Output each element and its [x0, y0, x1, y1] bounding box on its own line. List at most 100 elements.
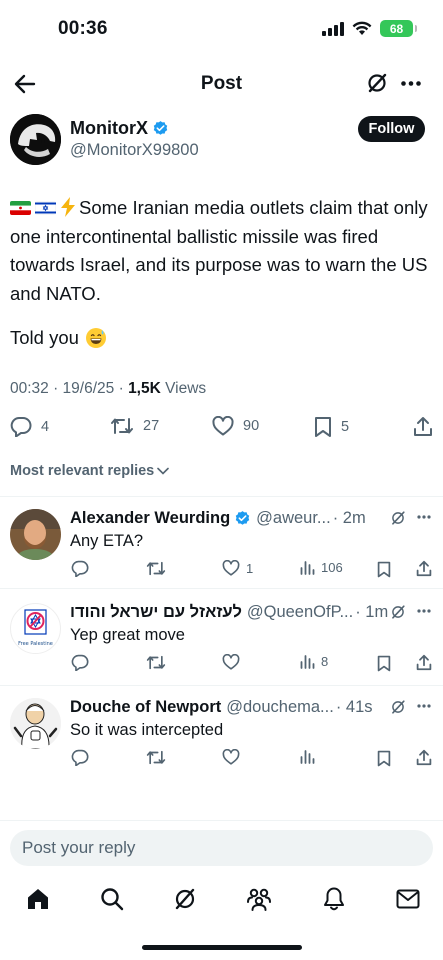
reply-like-action[interactable]: [222, 749, 240, 765]
author-handle[interactable]: @MonitorX99800: [70, 141, 199, 160]
post-meta: 00:32 · 19/6/25 · 1,5K Views: [10, 380, 206, 398]
heart-icon: [212, 416, 234, 436]
battery-icon: 68: [380, 20, 417, 37]
author-name-text: MonitorX: [70, 118, 148, 138]
reply-author-name[interactable]: Douche of Newport: [70, 698, 221, 717]
bookmark-icon: [315, 417, 331, 437]
bookmark-icon[interactable]: [377, 655, 391, 672]
reply-time: · 2m: [332, 509, 366, 527]
reply-like-action[interactable]: 1: [222, 560, 253, 576]
reply-author-handle[interactable]: @douchema...: [226, 698, 334, 717]
reply-composer-input[interactable]: Post your reply: [10, 830, 433, 866]
grinning-sweat-emoji-icon: [85, 328, 106, 348]
share-icon[interactable]: [416, 654, 432, 671]
reply-time: · 41s: [335, 698, 373, 716]
reply-header: Douche of Newport @douchema... · 41s: [70, 698, 435, 717]
reply-repost-action[interactable]: [146, 654, 166, 671]
grok-icon[interactable]: [390, 604, 406, 620]
communities-icon[interactable]: [246, 887, 272, 911]
reply-repost-action[interactable]: [146, 560, 166, 577]
reply-reply-action[interactable]: [71, 654, 89, 671]
reply-reply-action[interactable]: [71, 560, 89, 577]
wifi-icon: [352, 21, 372, 35]
share-icon[interactable]: [416, 560, 432, 577]
bookmark-count: 5: [341, 419, 350, 435]
views-chart-icon: [300, 749, 315, 764]
reply-text: Any ETA?: [70, 532, 144, 550]
reply-icon: [71, 560, 89, 577]
bookmark-action[interactable]: 5: [314, 416, 349, 438]
replies-filter[interactable]: Most relevant replies: [10, 463, 170, 479]
author-avatar[interactable]: [10, 114, 61, 165]
bookmark-icon[interactable]: [377, 561, 391, 578]
reply-repost-action[interactable]: [146, 749, 166, 766]
reply-views-action[interactable]: 8: [300, 654, 328, 669]
author-name[interactable]: MonitorX: [70, 118, 169, 139]
cellular-signal-icon: [322, 21, 344, 36]
reply-count: 4: [41, 418, 50, 435]
more-options-icon[interactable]: [417, 515, 431, 519]
reply-icon: [10, 417, 32, 437]
lightning-icon: [61, 197, 75, 217]
reply-action[interactable]: 4: [10, 416, 49, 437]
post-timestamp: 00:32 · 19/6/25 ·: [10, 380, 129, 397]
post-views-label: Views: [160, 380, 207, 397]
share-icon[interactable]: [413, 416, 433, 437]
divider: [0, 588, 443, 589]
avatar-caption: Free Palestine: [18, 641, 53, 647]
more-options-icon[interactable]: [417, 609, 431, 613]
repost-icon: [146, 560, 166, 577]
notifications-bell-icon[interactable]: [322, 886, 346, 912]
reply-avatar[interactable]: Free Palestine: [10, 603, 61, 654]
reply-icon: [71, 749, 89, 766]
like-action[interactable]: 90: [212, 416, 259, 436]
reply-author-handle[interactable]: @QueenOfP...: [247, 603, 353, 622]
views-count: 8: [321, 654, 329, 669]
like-count: 90: [243, 418, 260, 434]
post-views-count: 1,5K: [128, 380, 161, 397]
search-icon[interactable]: [100, 887, 124, 911]
views-chart-icon: [300, 560, 315, 575]
chevron-down-icon: [157, 467, 170, 475]
bookmark-icon[interactable]: [377, 750, 391, 767]
heart-icon: [222, 749, 240, 765]
verified-badge-icon: [235, 511, 250, 525]
reply-author-name[interactable]: לעזאזל עם ישראל והודו: [70, 603, 242, 622]
home-icon[interactable]: [26, 887, 50, 911]
grok-icon[interactable]: [366, 72, 388, 94]
replies-filter-label: Most relevant replies: [10, 463, 155, 479]
reply-author-handle[interactable]: @aweur...: [256, 509, 331, 528]
post-text-second-line: Told you: [10, 327, 107, 349]
reply-author-name[interactable]: Alexander Weurding: [70, 509, 230, 528]
follow-button[interactable]: Follow: [358, 116, 425, 142]
reply-views-action[interactable]: [300, 749, 315, 764]
messages-envelope-icon[interactable]: [396, 889, 420, 909]
share-icon[interactable]: [416, 749, 432, 766]
repost-icon: [111, 418, 133, 434]
more-options-icon[interactable]: [401, 81, 421, 86]
status-time: 00:36: [58, 18, 108, 39]
likes-count: 1: [246, 560, 254, 576]
post-text: Some Iranian media outlets claim that on…: [10, 194, 435, 308]
grok-icon[interactable]: [390, 699, 406, 715]
iran-flag-icon: [10, 201, 31, 215]
repost-action[interactable]: 27: [110, 416, 159, 436]
reply-like-action[interactable]: [222, 654, 240, 670]
repost-icon: [146, 749, 166, 766]
israel-flag-icon: [35, 201, 56, 215]
grok-tab-icon[interactable]: [173, 887, 197, 911]
reply-reply-action[interactable]: [71, 749, 89, 766]
reply-text: So it was intercepted: [70, 721, 224, 739]
reply-views-action[interactable]: 106: [300, 560, 343, 575]
reply-avatar[interactable]: [10, 698, 61, 749]
status-icons: 68: [322, 20, 417, 37]
grok-icon[interactable]: [390, 510, 406, 526]
divider: [0, 496, 443, 497]
repost-icon: [146, 654, 166, 671]
more-options-icon[interactable]: [417, 704, 431, 708]
reply-text: Yep great move: [70, 626, 185, 644]
repost-count: 27: [143, 418, 160, 434]
reply-avatar[interactable]: [10, 509, 61, 560]
heart-icon: [222, 560, 240, 576]
home-indicator: [142, 945, 302, 950]
